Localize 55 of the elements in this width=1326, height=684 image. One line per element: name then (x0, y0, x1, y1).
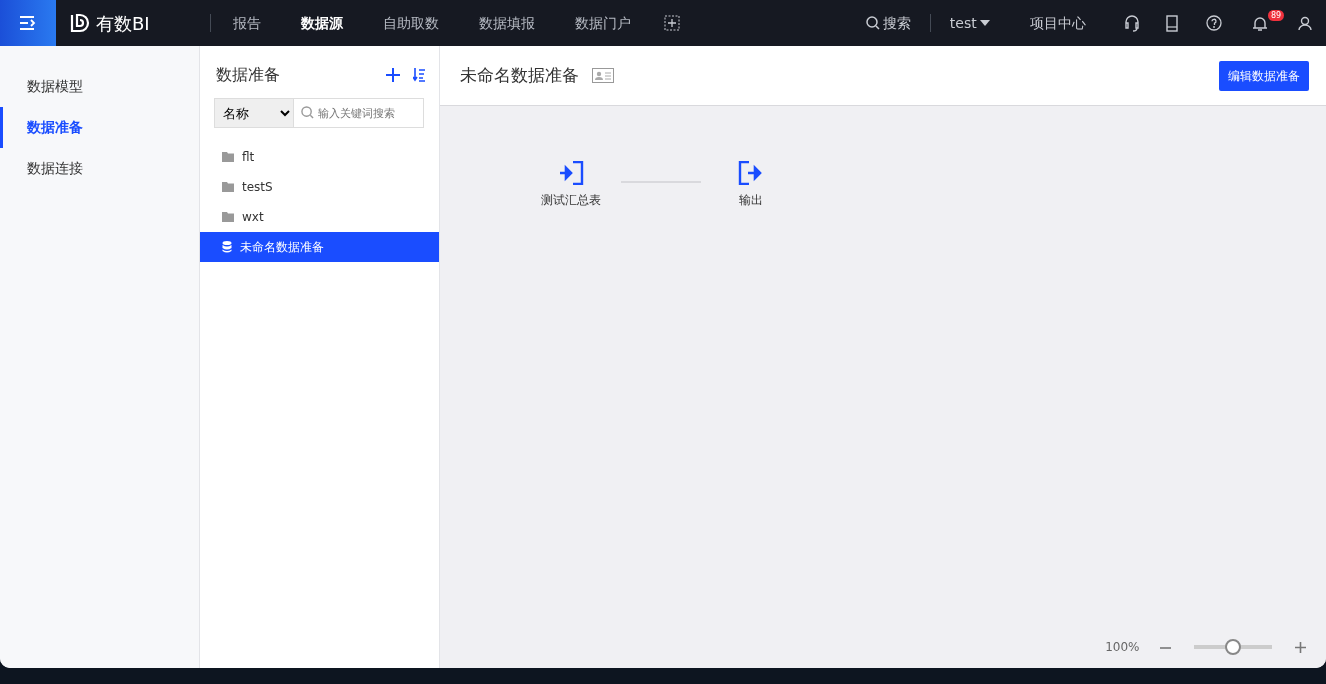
sort-icon (413, 68, 425, 82)
headset-icon (1124, 14, 1140, 32)
plus-icon (1295, 642, 1306, 653)
database-icon (222, 241, 232, 253)
add-button[interactable] (386, 68, 400, 82)
minus-icon (1159, 646, 1171, 649)
notification-badge: 89 (1268, 9, 1285, 21)
app-name: 有数BI (96, 11, 150, 36)
node-label: 测试汇总表 (541, 192, 601, 209)
folder-icon (222, 182, 234, 192)
folder-icon (222, 212, 234, 222)
sidebar-item[interactable]: 数据准备 (0, 107, 199, 148)
tree-item[interactable]: 未命名数据准备 (200, 232, 439, 262)
user-dropdown[interactable]: test (943, 11, 996, 35)
search-button[interactable]: 搜索 (859, 11, 917, 35)
headset-button[interactable] (1124, 14, 1140, 32)
node-label: 输出 (739, 192, 763, 209)
id-card-icon (592, 68, 614, 83)
menu-icon (19, 16, 37, 30)
tree-item[interactable]: wxt (200, 202, 439, 232)
nav-tab[interactable]: 自助取数 (363, 12, 459, 34)
tree-item[interactable]: testS (200, 172, 439, 202)
nav-tab[interactable]: 数据源 (281, 12, 363, 34)
sort-button[interactable] (413, 68, 425, 82)
edit-button[interactable]: 编辑数据准备 (1219, 60, 1309, 91)
logo-icon (70, 13, 90, 33)
folder-icon (222, 152, 234, 162)
plus-square-icon (664, 15, 680, 31)
bell-icon (1252, 14, 1268, 32)
project-center-link[interactable]: 项目中心 (1024, 11, 1092, 35)
user-icon (1298, 15, 1312, 31)
tree-item[interactable]: flt (200, 142, 439, 172)
page-title: 未命名数据准备 (460, 63, 579, 87)
filter-select[interactable]: 名称 (214, 98, 294, 128)
search-icon (865, 16, 880, 30)
caret-icon (980, 20, 990, 26)
nav-tab[interactable]: 报告 (213, 12, 281, 34)
help-icon (1206, 15, 1222, 31)
sign-out-icon (738, 161, 764, 185)
account-button[interactable] (1298, 15, 1312, 31)
sidebar-item[interactable]: 数据模型 (0, 66, 199, 107)
search-field[interactable]: 输入关键词搜索 (294, 98, 424, 128)
zoom-reading: 100% (1105, 639, 1140, 656)
panel-title: 数据准备 (216, 64, 281, 86)
nav-tab[interactable]: 数据填报 (459, 12, 555, 34)
notification-button[interactable] (1252, 14, 1268, 32)
tablet-icon (1166, 14, 1178, 32)
add-panel-button[interactable] (664, 15, 680, 31)
sign-in-icon (558, 161, 584, 185)
plus-icon (386, 68, 400, 82)
nav-tab[interactable]: 数据门户 (555, 12, 651, 34)
help-button[interactable] (1206, 15, 1222, 31)
tablet-button[interactable] (1166, 14, 1178, 32)
sidebar-item[interactable]: 数据连接 (0, 148, 199, 189)
menu-button[interactable] (0, 0, 56, 46)
